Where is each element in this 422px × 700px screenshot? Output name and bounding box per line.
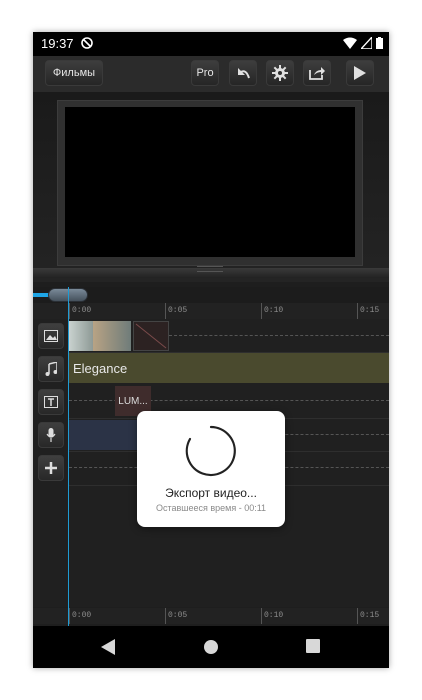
microphone-icon [46,428,56,442]
signal-icon [361,37,372,49]
ruler-tick [165,608,166,624]
add-photo-button[interactable] [38,323,64,349]
settings-button[interactable] [266,60,294,86]
ruler-tick [165,303,166,319]
status-bar: 19:37 [33,32,389,56]
films-button-label: Фильмы [52,67,96,79]
track-separator [69,352,389,353]
export-title: Экспорт видео... [165,486,257,500]
scrub-bar[interactable] [33,287,389,303]
export-dialog: Экспорт видео... Оставшееся время - 00:1… [137,411,285,527]
preview-frame [57,100,363,266]
ruler-label-2: 0:10 [264,306,284,315]
play-icon [354,66,366,80]
ruler-label-3: 0:15 [360,611,380,620]
play-button[interactable] [346,60,374,86]
ruler-tick [261,303,262,319]
music-note-icon [45,362,57,376]
loading-spinner-icon [185,425,236,477]
recents-icon[interactable] [306,639,320,653]
preview-screen[interactable] [65,107,355,257]
add-track-button[interactable] [38,455,64,481]
timeline-ruler-bottom: 0:00 0:05 0:10 0:15 [33,608,389,624]
playhead[interactable] [68,287,69,627]
text-icon [44,396,58,408]
transition-clip[interactable] [133,321,169,351]
record-voice-button[interactable] [38,422,64,448]
phone-screen: 19:37 Фильмы Pro 0:00 0:05 0:10 0:15 Ele… [33,32,389,668]
video-preview-area [33,92,389,282]
ruler-label-0: 0:00 [72,611,92,620]
resize-handle[interactable] [197,266,223,272]
add-music-button[interactable] [38,356,64,382]
photo-icon [44,330,58,342]
ruler-label-2: 0:10 [264,611,284,620]
ruler-tick [261,608,262,624]
toolbar: Фильмы Pro [33,56,389,92]
status-icons [343,37,383,49]
do-not-disturb-icon [81,37,93,49]
ruler-tick [357,608,358,624]
share-button[interactable] [303,60,331,86]
track-guide [169,335,389,336]
home-icon[interactable] [203,639,219,655]
back-icon[interactable] [101,639,115,655]
ruler-label-0: 0:00 [72,306,92,315]
ruler-label-1: 0:05 [168,611,188,620]
films-button[interactable]: Фильмы [45,60,103,86]
ruler-tick [69,303,70,319]
add-text-button[interactable] [38,389,64,415]
battery-icon [376,37,383,49]
undo-icon [238,68,250,79]
navigation-bar [33,626,389,668]
transition-icon [135,323,167,349]
gear-icon [272,65,288,81]
timeline-ruler-top: 0:00 0:05 0:10 0:15 [33,303,389,319]
music-clip[interactable]: Elegance [69,353,389,383]
plus-icon [45,462,57,474]
share-icon [309,67,325,80]
export-remaining-time: Оставшееся время - 00:11 [155,503,267,513]
pro-button-label: Pro [196,67,214,79]
ruler-label-1: 0:05 [168,306,188,315]
pro-button[interactable]: Pro [191,60,219,86]
ruler-label-3: 0:15 [360,306,380,315]
wifi-icon [343,37,357,49]
video-clip[interactable] [93,321,131,351]
undo-button[interactable] [229,60,257,86]
music-clip-label: Elegance [73,360,128,376]
title-clip-label: LUM... [118,395,148,407]
status-time: 19:37 [41,36,74,51]
ruler-tick [357,303,358,319]
ruler-tick [69,608,70,624]
video-clip[interactable] [69,321,93,351]
